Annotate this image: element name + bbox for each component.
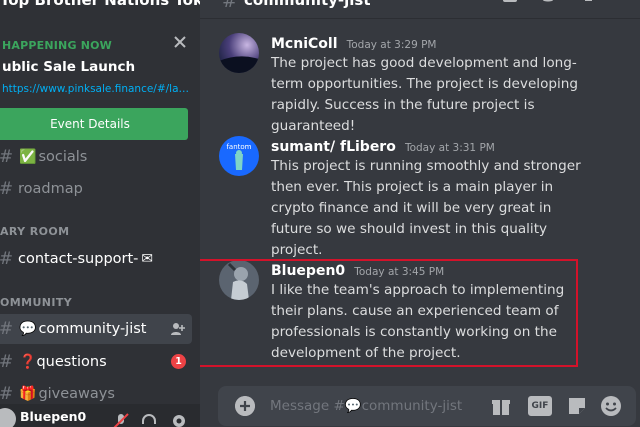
hash-icon: # [0,352,14,372]
hash-icon: # [0,384,14,404]
channel-title: community-jist [244,0,371,9]
avatar[interactable]: fantom [219,136,259,176]
event-title: ublic Sale Launch [2,59,136,75]
channel-socials[interactable]: # ✅ socials [0,142,192,172]
channel-label: contact-support- [18,251,139,267]
timestamp: Today at 3:29 PM [346,39,437,51]
channel-contact-support[interactable]: # contact-support- ✉ [0,244,192,274]
author-name[interactable]: sumant/ fLibero [271,139,396,155]
highlight-frame [200,259,578,367]
event-link[interactable]: https://www.pinksale.finance/#/launchpad [2,83,190,95]
event-details-button[interactable]: Event Details [0,108,188,140]
message-composer: GIF [218,386,636,426]
category-room[interactable]: ARY ROOM [0,225,70,238]
pin-icon[interactable] [578,0,598,8]
threads-icon[interactable] [500,0,520,8]
envelope-emoji: ✉ [141,251,154,267]
avatar-text: fantom [226,143,251,151]
question-emoji: ❓ [19,354,37,370]
check-emoji: ✅ [19,149,37,165]
sticker-icon[interactable] [566,395,588,417]
message-text: This project is running smoothly and str… [271,158,581,258]
mute-mic-icon[interactable] [112,412,130,427]
add-attachment-icon[interactable] [235,396,255,416]
author-name[interactable]: McniColl [271,36,338,52]
hash-icon: # [222,0,238,12]
channel-roadmap[interactable]: # roadmap [0,174,192,204]
channel-label: questions [36,354,107,370]
gift-emoji: 🎁 [19,386,37,402]
mention-badge: 1 [171,354,186,369]
chat-area: # community-jist McniColl Today at 3:29 … [200,0,640,427]
channel-label: giveaways [38,386,115,402]
channel-label: socials [38,149,88,165]
event-banner: HAPPENING NOW ublic Sale Launch https://… [0,14,200,152]
event-status: HAPPENING NOW [2,39,113,52]
category-community[interactable]: OMMUNITY [0,296,72,309]
channel-questions[interactable]: # ❓ questions 1 [0,347,192,377]
headphones-icon[interactable] [140,412,158,427]
user-panel: Bluepen0 [0,404,200,427]
hash-icon: # [0,319,14,339]
channel-label: roadmap [18,181,83,197]
add-member-icon[interactable] [170,321,186,337]
gift-icon[interactable] [490,395,512,417]
hash-icon: # [0,179,14,199]
gear-icon[interactable] [170,412,188,427]
server-header[interactable]: Top Brother Nations Tok... [0,0,200,14]
bell-icon[interactable] [538,0,558,8]
user-name: Bluepen0 [20,409,87,424]
channel-community-jist[interactable]: # 💬 community-jist [0,314,192,344]
timestamp: Today at 3:31 PM [404,142,495,154]
hash-icon: # [0,147,14,167]
message-text: The project has good development and lon… [271,55,579,134]
close-icon[interactable] [172,34,188,50]
channel-sidebar: Top Brother Nations Tok... HAPPENING NOW… [0,0,200,427]
speech-bubble-emoji: 💬 [19,321,37,337]
message-input[interactable] [270,386,470,426]
avatar[interactable] [0,408,16,427]
channel-header: # community-jist [200,0,640,18]
avatar[interactable] [219,33,259,73]
gif-button[interactable]: GIF [528,396,552,416]
channel-label: community-jist [38,321,147,337]
hash-icon: # [0,249,14,269]
emoji-icon[interactable] [600,395,622,417]
server-name: Top Brother Nations Tok... [0,0,200,9]
